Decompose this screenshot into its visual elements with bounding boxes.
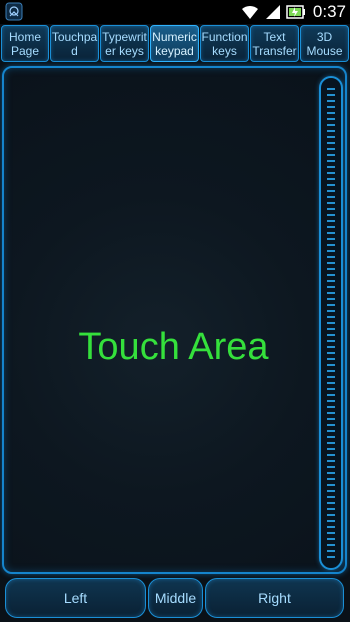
tab-home-page[interactable]: Home Page [1,25,49,62]
tab-function-keys[interactable]: Function keys [200,25,249,62]
tab-touchpad[interactable]: Touchpa d [50,25,99,62]
touch-area[interactable]: Touch Area [2,66,347,574]
right-click-button[interactable]: Right [205,578,344,618]
tab-numeric-keypad[interactable]: Numeric keypad [150,25,199,62]
scroll-wheel[interactable] [319,76,343,570]
tab-text-transfer[interactable]: Text Transfer [250,25,299,62]
tab-3d-mouse[interactable]: 3D Mouse [300,25,349,62]
clock: 0:37 [312,2,346,21]
touch-area-label: Touch Area [78,326,269,368]
middle-click-button[interactable]: Middle [148,578,203,618]
signal-icon [265,5,280,19]
app-notification-icon [5,2,23,21]
battery-charging-icon [286,5,305,19]
scroll-wheel-ticks [327,88,335,558]
tab-bar: Home Page Touchpa d Typewrit er keys Num… [0,25,350,63]
tab-typewriter-keys[interactable]: Typewrit er keys [100,25,149,62]
wifi-icon [241,5,258,19]
status-bar: 0:37 [0,0,350,24]
left-click-button[interactable]: Left [5,578,146,618]
